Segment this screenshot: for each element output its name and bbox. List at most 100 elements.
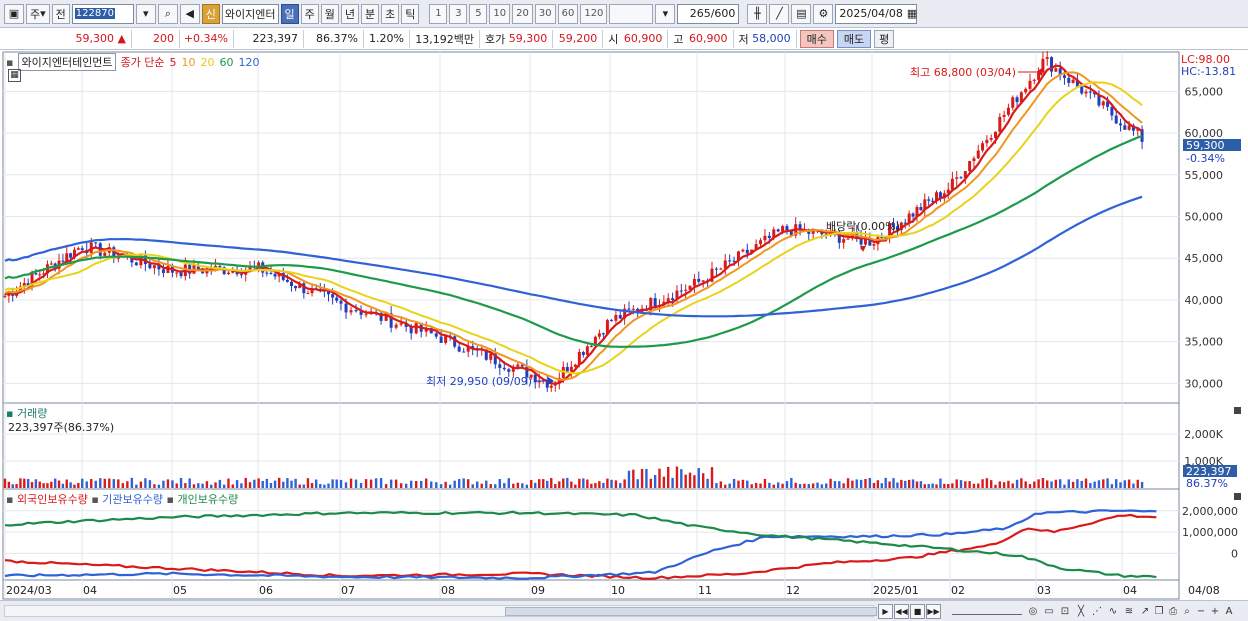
volume-panel-close-icon[interactable] — [1234, 407, 1241, 414]
scroll-right-icon[interactable]: ▶ — [878, 604, 893, 619]
minute-20[interactable]: 20 — [512, 3, 533, 24]
legend-series[interactable]: 종가 단순 — [121, 54, 165, 70]
volume-bar — [30, 482, 34, 488]
line-tool-icon[interactable]: ╳ — [1074, 604, 1088, 619]
unit-day-tab[interactable]: 일 — [280, 3, 299, 24]
volume-bar — [57, 480, 61, 488]
holding-panel-close-icon[interactable] — [1234, 493, 1241, 500]
date-input[interactable]: 2025/04/08 ▦ — [835, 3, 918, 24]
volume-bar — [697, 468, 700, 488]
volume-bar — [675, 466, 679, 488]
trend-icon[interactable]: ⋰ — [1090, 604, 1104, 619]
volume-bar — [851, 480, 854, 488]
window-icon[interactable]: ▣ — [4, 3, 24, 24]
period-select[interactable]: 주 ▾ — [26, 3, 50, 24]
volume-bar — [298, 484, 301, 488]
unit-tick-tab[interactable]: 틱 — [401, 3, 420, 24]
legend-foreign[interactable]: 외국인보유수량 — [17, 493, 88, 506]
legend-stock-name[interactable]: 와이지엔터테인먼트 — [18, 53, 116, 71]
zigzag-icon[interactable]: ≋ — [1122, 604, 1136, 619]
unit-week-tab[interactable]: 주 — [300, 3, 319, 24]
minute-60[interactable]: 60 — [557, 3, 579, 24]
legend-ma-60[interactable]: 60 — [220, 56, 234, 69]
wave-icon[interactable]: ∿ — [1106, 604, 1120, 619]
candle-icon[interactable]: ╫ — [747, 3, 768, 24]
candle-body — [872, 244, 876, 246]
speaker-icon[interactable]: ◀ — [179, 3, 200, 24]
search-icon[interactable]: ⌕ — [157, 3, 178, 24]
unit-month-tab[interactable]: 월 — [320, 3, 339, 24]
eval-button[interactable]: 평 — [874, 29, 895, 48]
box-icon[interactable]: ▭ — [1042, 604, 1056, 619]
minute-30[interactable]: 30 — [534, 3, 556, 24]
zoom-out-icon[interactable]: − — [1194, 604, 1208, 619]
low-label: 저 — [738, 32, 749, 46]
minute-1[interactable]: 1 — [429, 3, 448, 24]
save-icon[interactable]: ▤ — [791, 3, 812, 24]
time-tick-label: 05 — [173, 584, 187, 597]
code-input[interactable]: 122870 — [71, 3, 134, 24]
calendar-icon[interactable]: ▦ — [907, 7, 917, 20]
unit-second-tab[interactable]: 초 — [381, 3, 400, 24]
font-icon[interactable]: A — [1222, 604, 1236, 619]
fast-forward-icon[interactable]: ▶▶ — [926, 604, 941, 619]
draw-icon[interactable]: ╱ — [769, 3, 790, 24]
minute-10[interactable]: 10 — [489, 3, 511, 24]
volume-bar — [50, 481, 53, 488]
minute-120[interactable]: 120 — [580, 3, 608, 24]
jeon-button[interactable]: 전 — [51, 3, 70, 24]
candle-body — [728, 260, 732, 262]
legend-individual[interactable]: 개인보유수량 — [177, 493, 238, 506]
volume-bar — [162, 480, 165, 488]
sell-button[interactable]: 매도 — [836, 29, 872, 48]
zoom-slider[interactable] — [952, 605, 1022, 615]
gear-icon[interactable]: ⚙ — [813, 3, 834, 24]
legend-ma-5[interactable]: 5 — [170, 56, 177, 69]
horizontal-scrollbar[interactable] — [4, 605, 877, 617]
zoom-in-icon[interactable]: + — [1208, 604, 1222, 619]
scroll-thumb[interactable] — [505, 607, 877, 616]
volume-bar — [175, 483, 178, 488]
crosshair-icon[interactable]: ◎ — [1026, 604, 1040, 619]
chevron-down-icon[interactable]: ▾ — [135, 3, 156, 24]
magnifier-icon[interactable]: ⌕ — [1180, 604, 1194, 619]
sin-badge[interactable]: 신 — [201, 3, 220, 24]
volume-bar — [943, 483, 946, 488]
copy-icon[interactable]: ❐ — [1152, 604, 1166, 619]
chart-area[interactable]: 65,00060,00055,00050,00045,00040,00035,0… — [0, 51, 1248, 600]
legend-ma-10[interactable]: 10 — [182, 56, 196, 69]
arrow-tool-icon[interactable]: ↗ — [1138, 604, 1152, 619]
volume-bar — [534, 482, 537, 488]
volume-bar — [719, 481, 723, 488]
minute-3[interactable]: 3 — [449, 3, 468, 24]
holding-bullet-icon: ▪ — [166, 493, 174, 506]
minute-5[interactable]: 5 — [469, 3, 488, 24]
buy-button[interactable]: 매수 — [799, 29, 834, 48]
volume-bar — [759, 483, 762, 488]
legend-ma-20[interactable]: 20 — [201, 56, 215, 69]
stock-name[interactable]: 와이지엔터 — [221, 3, 279, 24]
count-input[interactable]: 265/600 — [677, 3, 740, 24]
candle-body — [175, 272, 179, 274]
candle-body — [781, 226, 785, 232]
volume-bar — [1106, 478, 1109, 488]
legend-institution[interactable]: 기관보유수량 — [102, 493, 163, 506]
legend-ma-120[interactable]: 120 — [239, 56, 260, 69]
chevron-down-icon[interactable]: ▾ — [655, 3, 676, 24]
trade-amount: 13,192백만 — [410, 29, 480, 48]
rewind-icon[interactable]: ◀◀ — [894, 604, 909, 619]
stop-icon[interactable]: ■ — [910, 604, 925, 619]
candle-body — [3, 295, 7, 297]
link-icon[interactable]: ⊡ — [1058, 604, 1072, 619]
unit-minute-tab[interactable]: 분 — [361, 3, 380, 24]
count-total: /600 — [710, 7, 736, 20]
unit-year-tab[interactable]: 년 — [340, 3, 360, 24]
print-icon[interactable]: ⎙ — [1166, 604, 1180, 619]
grid-toggle-icon[interactable]: ▦ — [8, 69, 21, 82]
volume-bar — [803, 483, 806, 488]
time-tick-label: 08 — [441, 584, 455, 597]
volume-bar — [772, 484, 775, 488]
time-tick-label: 03 — [1037, 584, 1051, 597]
volume-bar — [640, 468, 644, 488]
minute-custom-input[interactable] — [609, 3, 654, 24]
